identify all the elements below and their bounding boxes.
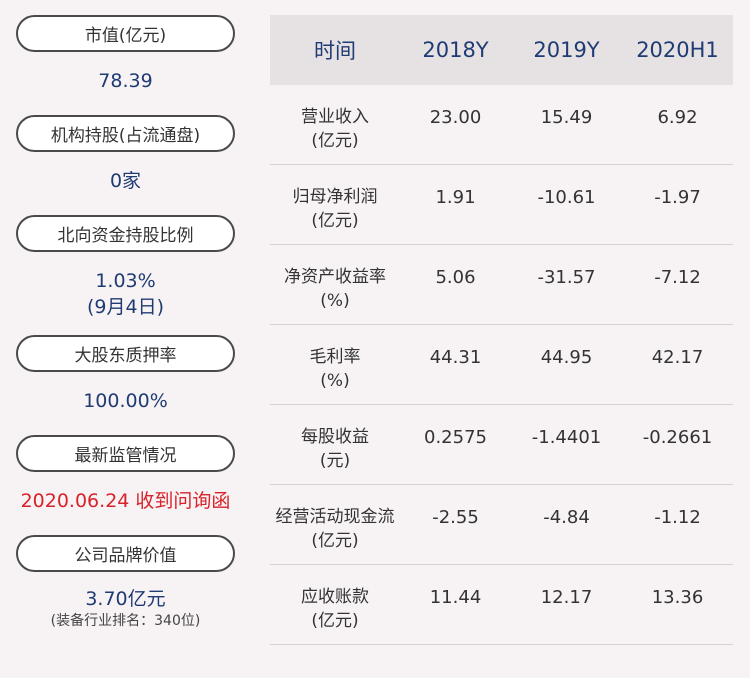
table-cell: -4.84 — [543, 507, 590, 528]
brand-value-label: 公司品牌价值 — [16, 535, 235, 572]
northbound-ratio-date: (9月4日) — [86, 296, 164, 318]
regulatory-label: 最新监管情况 — [16, 435, 235, 472]
northbound-ratio-value: 1.03% — [95, 270, 156, 292]
table-cell: -7.12 — [654, 267, 701, 288]
header-2020h1: 2020H1 — [636, 38, 719, 62]
table-row-eps: 每股收益 (元) 0.2575 -1.4401 -0.2661 — [270, 405, 733, 485]
table-cell: -1.97 — [654, 187, 701, 208]
header-2018y: 2018Y — [422, 38, 489, 62]
row-label: 经营活动现金流 (亿元) — [270, 485, 400, 564]
row-label: 营业收入 (亿元) — [270, 85, 400, 164]
row-label-unit: (%) — [320, 371, 350, 391]
row-label-unit: (亿元) — [311, 531, 359, 551]
table-cell: -1.12 — [654, 507, 701, 528]
row-label-name: 每股收益 — [301, 427, 369, 447]
row-label: 归母净利润 (亿元) — [270, 165, 400, 244]
row-label-unit: (亿元) — [311, 131, 359, 151]
table-cell: 11.44 — [429, 587, 482, 608]
market-cap-label: 市值(亿元) — [16, 15, 235, 52]
key-metrics-panel: 市值(亿元) 78.39 机构持股(占流通盘) 0家 北向资金持股比例 1.03… — [16, 15, 235, 630]
row-label-unit: (亿元) — [311, 211, 359, 231]
row-label-unit: (%) — [320, 291, 350, 311]
table-cell: 44.31 — [429, 347, 482, 368]
table-cell: 0.2575 — [424, 427, 487, 448]
header-period: 时间 — [314, 39, 356, 63]
pledge-ratio-value: 100.00% — [83, 390, 168, 412]
table-row-revenue: 营业收入 (亿元) 23.00 15.49 6.92 — [270, 85, 733, 165]
table-cell: 42.17 — [651, 347, 704, 368]
table-cell: 12.17 — [540, 587, 593, 608]
row-label-name: 归母净利润 — [292, 187, 378, 207]
table-row-accounts-receivable: 应收账款 (亿元) 11.44 12.17 13.36 — [270, 565, 733, 645]
table-cell: 13.36 — [651, 587, 704, 608]
table-row-net-profit: 归母净利润 (亿元) 1.91 -10.61 -1.97 — [270, 165, 733, 245]
row-label-name: 毛利率 — [309, 347, 361, 367]
row-label-name: 应收账款 — [301, 587, 369, 607]
table-cell: 1.91 — [435, 187, 476, 208]
financial-table: 时间 2018Y 2019Y 2020H1 营业收入 (亿元) 23.00 15… — [270, 15, 733, 645]
pledge-ratio-label: 大股东质押率 — [16, 335, 235, 372]
header-2019y: 2019Y — [533, 38, 600, 62]
row-label: 毛利率 (%) — [270, 325, 400, 404]
northbound-ratio-label: 北向资金持股比例 — [16, 215, 235, 252]
table-cell: -1.4401 — [531, 427, 602, 448]
institutional-holdings-label: 机构持股(占流通盘) — [16, 115, 235, 152]
table-header: 时间 2018Y 2019Y 2020H1 — [270, 15, 733, 85]
table-row-roe: 净资产收益率 (%) 5.06 -31.57 -7.12 — [270, 245, 733, 325]
table-cell: -2.55 — [432, 507, 479, 528]
row-label-unit: (亿元) — [311, 611, 359, 631]
row-label-name: 经营活动现金流 — [275, 507, 395, 527]
table-row-operating-cash-flow: 经营活动现金流 (亿元) -2.55 -4.84 -1.12 — [270, 485, 733, 565]
row-label: 每股收益 (元) — [270, 405, 400, 484]
table-row-gross-margin: 毛利率 (%) 44.31 44.95 42.17 — [270, 325, 733, 405]
table-cell: -31.57 — [537, 267, 596, 288]
table-cell: 44.95 — [540, 347, 593, 368]
institutional-holdings-value: 0家 — [109, 170, 142, 192]
row-label: 应收账款 (亿元) — [270, 565, 400, 644]
regulatory-value: 2020.06.24 收到问询函 — [20, 490, 231, 512]
table-cell: -0.2661 — [642, 427, 713, 448]
table-cell: 6.92 — [657, 107, 698, 128]
brand-value-value: 3.70亿元 — [85, 588, 166, 610]
row-label-name: 净资产收益率 — [284, 267, 386, 287]
table-cell: 5.06 — [435, 267, 476, 288]
row-label: 净资产收益率 (%) — [270, 245, 400, 324]
brand-value-rank-note: (装备行业排名：340位) — [50, 613, 201, 629]
market-cap-value: 78.39 — [98, 70, 153, 92]
table-cell: -10.61 — [537, 187, 596, 208]
row-label-unit: (元) — [319, 451, 351, 471]
table-cell: 15.49 — [540, 107, 593, 128]
table-cell: 23.00 — [429, 107, 482, 128]
row-label-name: 营业收入 — [301, 107, 369, 127]
